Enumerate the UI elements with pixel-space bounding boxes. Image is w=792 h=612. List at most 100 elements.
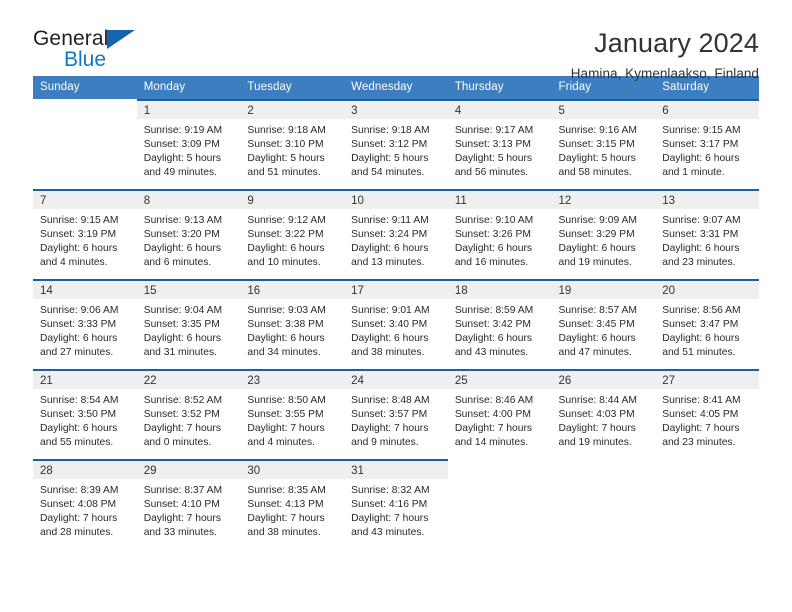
day-cell[interactable]: 13 Sunrise: 9:07 AM Sunset: 3:31 PM Dayligh…	[655, 189, 759, 279]
day-cell[interactable]: 27 Sunrise: 8:41 AM Sunset: 4:05 PM Dayligh…	[655, 369, 759, 459]
daylight-duration-line2: and 47 minutes.	[558, 347, 632, 359]
day-cell-inner: 30 Sunrise: 8:35 AM Sunset: 4:13 PM Dayligh…	[240, 459, 345, 549]
day-cell[interactable]: 8 Sunrise: 9:13 AM Sunset: 3:20 PM Daylight…	[136, 189, 241, 279]
daylight-duration-line2: and 1 minute.	[662, 167, 725, 179]
day-details: Sunrise: 9:17 AM Sunset: 3:13 PM Daylight:…	[448, 119, 552, 180]
sunrise-time: Sunrise: 9:11 AM	[351, 215, 429, 226]
day-cell[interactable]: 18 Sunrise: 8:59 AM Sunset: 3:42 PM Dayligh…	[447, 279, 552, 369]
daylight-duration-line2: and 38 minutes.	[351, 347, 425, 359]
day-cell[interactable]: 21 Sunrise: 8:54 AM Sunset: 3:50 PM Dayligh…	[33, 369, 137, 459]
sunrise-time: Sunrise: 9:12 AM	[247, 215, 326, 226]
daylight-duration-line2: and 23 minutes.	[662, 257, 736, 269]
sunrise-time: Sunrise: 9:18 AM	[351, 125, 430, 136]
day-cell[interactable]: 6 Sunrise: 9:15 AM Sunset: 3:17 PM Daylight…	[655, 99, 759, 189]
day-details: Sunrise: 9:18 AM Sunset: 3:12 PM Daylight:…	[344, 119, 448, 180]
day-cell[interactable]: 15 Sunrise: 9:04 AM Sunset: 3:35 PM Dayligh…	[136, 279, 241, 369]
day-number: 16	[240, 281, 345, 299]
day-details: Sunrise: 9:19 AM Sunset: 3:09 PM Daylight:…	[137, 119, 241, 180]
daylight-duration-line2: and 34 minutes.	[247, 347, 321, 359]
daylight-duration-line1: Daylight: 5 hours	[143, 153, 221, 165]
day-cell[interactable]: 31 Sunrise: 8:32 AM Sunset: 4:16 PM Dayligh…	[344, 459, 448, 549]
day-details: Sunrise: 9:07 AM Sunset: 3:31 PM Daylight:…	[655, 209, 759, 270]
day-cell[interactable]: 23 Sunrise: 8:50 AM Sunset: 3:55 PM Dayligh…	[240, 369, 345, 459]
day-cell-empty	[33, 99, 137, 189]
daylight-duration-line1: Daylight: 7 hours	[454, 423, 533, 435]
day-number: 27	[655, 371, 759, 389]
day-cell[interactable]: 14 Sunrise: 9:06 AM Sunset: 3:33 PM Dayligh…	[33, 279, 137, 369]
day-cell[interactable]: 9 Sunrise: 9:12 AM Sunset: 3:22 PM Daylight…	[240, 189, 345, 279]
day-cell[interactable]: 24 Sunrise: 8:48 AM Sunset: 3:57 PM Dayligh…	[344, 369, 448, 459]
daylight-duration-line1: Daylight: 6 hours	[143, 243, 221, 255]
day-cell[interactable]: 11 Sunrise: 9:10 AM Sunset: 3:26 PM Dayligh…	[447, 189, 552, 279]
day-number: 15	[136, 281, 241, 299]
day-number: 13	[655, 191, 759, 209]
sunset-time: Sunset: 3:19 PM	[40, 229, 117, 241]
daylight-duration-line1: Daylight: 7 hours	[40, 513, 118, 525]
day-details: Sunrise: 8:57 AM Sunset: 3:45 PM Daylight:…	[552, 299, 656, 360]
day-cell[interactable]: 10 Sunrise: 9:11 AM Sunset: 3:24 PM Dayligh…	[344, 189, 448, 279]
day-cell[interactable]: 30 Sunrise: 8:35 AM Sunset: 4:13 PM Dayligh…	[240, 459, 345, 549]
day-cell[interactable]: 5 Sunrise: 9:16 AM Sunset: 3:15 PM Daylight…	[551, 99, 656, 189]
daylight-duration-line2: and 13 minutes.	[351, 257, 425, 269]
day-cell[interactable]: 17 Sunrise: 9:01 AM Sunset: 3:40 PM Dayligh…	[344, 279, 448, 369]
day-cell[interactable]: 26 Sunrise: 8:44 AM Sunset: 4:03 PM Dayligh…	[551, 369, 656, 459]
day-details: Sunrise: 9:03 AM Sunset: 3:38 PM Daylight:…	[240, 299, 344, 360]
weekday-header-sunday: Sunday	[33, 76, 137, 99]
calendar-page: General Blue January 2024 Hamina, Kymenl…	[0, 0, 792, 612]
day-number: 3	[344, 101, 448, 119]
day-number: 31	[344, 461, 448, 479]
sunrise-time: Sunrise: 8:35 AM	[247, 485, 326, 496]
day-cell[interactable]: 22 Sunrise: 8:52 AM Sunset: 3:52 PM Dayligh…	[136, 369, 241, 459]
calendar-body: 1 Sunrise: 9:19 AM Sunset: 3:09 PM Daylight…	[33, 99, 759, 549]
sunrise-time: Sunrise: 8:57 AM	[558, 305, 637, 316]
day-cell[interactable]: 28 Sunrise: 8:39 AM Sunset: 4:08 PM Dayligh…	[33, 459, 137, 549]
day-cell[interactable]: 25 Sunrise: 8:46 AM Sunset: 4:00 PM Dayligh…	[447, 369, 552, 459]
daylight-duration-line2: and 43 minutes.	[454, 347, 529, 359]
daylight-duration-line1: Daylight: 6 hours	[40, 333, 118, 345]
day-number: 19	[551, 281, 656, 299]
day-cell[interactable]: 3 Sunrise: 9:18 AM Sunset: 3:12 PM Daylight…	[344, 99, 448, 189]
daylight-duration-line2: and 10 minutes.	[247, 257, 321, 269]
generalblue-logo: General Blue	[33, 27, 153, 75]
day-number: 22	[136, 371, 241, 389]
daylight-duration-line1: Daylight: 6 hours	[143, 333, 221, 345]
sunrise-time: Sunrise: 9:16 AM	[558, 125, 637, 136]
day-cell[interactable]: 2 Sunrise: 9:18 AM Sunset: 3:10 PM Daylight…	[240, 99, 345, 189]
day-cell-inner: 31 Sunrise: 8:32 AM Sunset: 4:16 PM Dayligh…	[344, 459, 448, 549]
day-cell-inner	[552, 459, 656, 549]
day-number: 11	[447, 191, 552, 209]
weekday-header-thursday: Thursday	[447, 76, 552, 99]
day-details: Sunrise: 8:48 AM Sunset: 3:57 PM Daylight:…	[344, 389, 448, 450]
sunrise-time: Sunrise: 9:13 AM	[143, 215, 223, 226]
day-cell[interactable]: 12 Sunrise: 9:09 AM Sunset: 3:29 PM Dayligh…	[551, 189, 656, 279]
day-cell[interactable]: 4 Sunrise: 9:17 AM Sunset: 3:13 PM Daylight…	[447, 99, 552, 189]
day-cell-inner	[448, 459, 552, 549]
daylight-duration-line2: and 4 minutes.	[247, 437, 315, 449]
daylight-duration-line2: and 38 minutes.	[247, 527, 321, 539]
day-details: Sunrise: 8:41 AM Sunset: 4:05 PM Daylight:…	[655, 389, 759, 450]
sunset-time: Sunset: 3:40 PM	[351, 319, 428, 331]
sunset-time: Sunset: 3:13 PM	[454, 139, 531, 151]
calendar-week-row: 7 Sunrise: 9:15 AM Sunset: 3:19 PM Daylight…	[33, 189, 759, 279]
daylight-duration-line1: Daylight: 7 hours	[247, 423, 325, 435]
day-number: 21	[33, 371, 137, 389]
day-cell[interactable]: 16 Sunrise: 9:03 AM Sunset: 3:38 PM Dayligh…	[240, 279, 345, 369]
day-details: Sunrise: 9:18 AM Sunset: 3:10 PM Daylight:…	[240, 119, 344, 180]
day-cell[interactable]: 1 Sunrise: 9:19 AM Sunset: 3:09 PM Daylight…	[136, 99, 241, 189]
day-cell[interactable]: 7 Sunrise: 9:15 AM Sunset: 3:19 PM Daylight…	[33, 189, 137, 279]
day-cell-inner: 22 Sunrise: 8:52 AM Sunset: 3:52 PM Dayligh…	[136, 369, 241, 459]
day-cell-inner: 3 Sunrise: 9:18 AM Sunset: 3:12 PM Daylight…	[344, 99, 448, 189]
sunrise-time: Sunrise: 8:41 AM	[662, 395, 741, 406]
day-cell-inner: 24 Sunrise: 8:48 AM Sunset: 3:57 PM Dayligh…	[344, 369, 448, 459]
sunset-time: Sunset: 4:08 PM	[40, 499, 117, 511]
day-cell-inner: 14 Sunrise: 9:06 AM Sunset: 3:33 PM Dayligh…	[33, 279, 137, 369]
weekday-header-monday: Monday	[136, 76, 241, 99]
day-cell[interactable]: 20 Sunrise: 8:56 AM Sunset: 3:47 PM Dayligh…	[655, 279, 759, 369]
day-cell[interactable]: 19 Sunrise: 8:57 AM Sunset: 3:45 PM Dayligh…	[551, 279, 656, 369]
day-number: 6	[655, 101, 759, 119]
day-cell-inner: 1 Sunrise: 9:19 AM Sunset: 3:09 PM Daylight…	[136, 99, 241, 189]
daylight-duration-line1: Daylight: 7 hours	[351, 513, 429, 525]
day-details: Sunrise: 8:35 AM Sunset: 4:13 PM Daylight:…	[240, 479, 344, 540]
day-cell[interactable]: 29 Sunrise: 8:37 AM Sunset: 4:10 PM Dayligh…	[136, 459, 241, 549]
daylight-duration-line2: and 54 minutes.	[351, 167, 425, 179]
